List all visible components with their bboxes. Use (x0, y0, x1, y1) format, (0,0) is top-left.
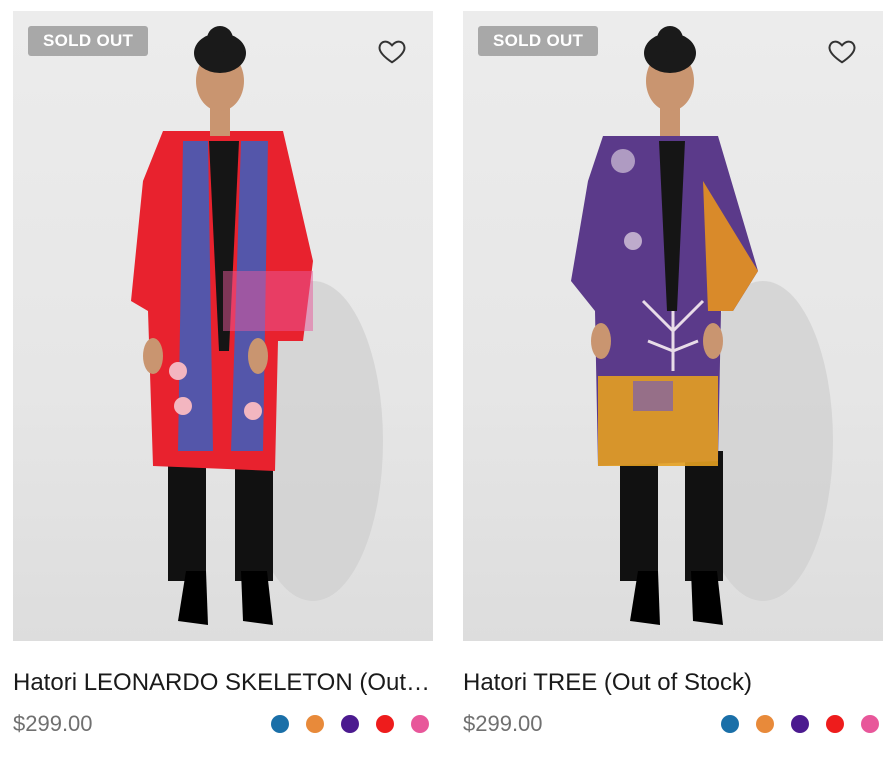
product-card[interactable]: SOLD OUT Hatori LEONARDO SKELETON (Out o… (13, 11, 433, 737)
color-swatch-red[interactable] (376, 715, 394, 733)
color-swatches (721, 715, 879, 733)
heart-outline-icon[interactable] (377, 36, 407, 66)
color-swatch-orange[interactable] (756, 715, 774, 733)
sold-out-badge: SOLD OUT (478, 26, 599, 56)
product-title[interactable]: Hatori LEONARDO SKELETON (Out of Stock) (13, 669, 433, 697)
color-swatch-pink[interactable] (861, 715, 879, 733)
color-swatch-blue[interactable] (271, 715, 289, 733)
product-grid: SOLD OUT Hatori LEONARDO SKELETON (Out o… (0, 0, 896, 760)
color-swatch-pink[interactable] (411, 715, 429, 733)
color-swatch-purple[interactable] (791, 715, 809, 733)
sold-out-badge: SOLD OUT (28, 26, 149, 56)
color-swatch-purple[interactable] (341, 715, 359, 733)
product-card[interactable]: SOLD OUT Hatori TREE (Out of Stock) $299… (463, 11, 883, 737)
model-photo-purple-kimono (571, 26, 833, 625)
color-swatch-blue[interactable] (721, 715, 739, 733)
color-swatches (271, 715, 429, 733)
color-swatch-orange[interactable] (306, 715, 324, 733)
model-photo-red-kimono (131, 26, 383, 625)
heart-outline-icon[interactable] (827, 36, 857, 66)
product-price: $299.00 (13, 711, 93, 736)
product-title[interactable]: Hatori TREE (Out of Stock) (463, 669, 883, 697)
product-image[interactable]: SOLD OUT (13, 11, 433, 641)
product-price: $299.00 (463, 711, 543, 736)
product-image[interactable]: SOLD OUT (463, 11, 883, 641)
color-swatch-red[interactable] (826, 715, 844, 733)
